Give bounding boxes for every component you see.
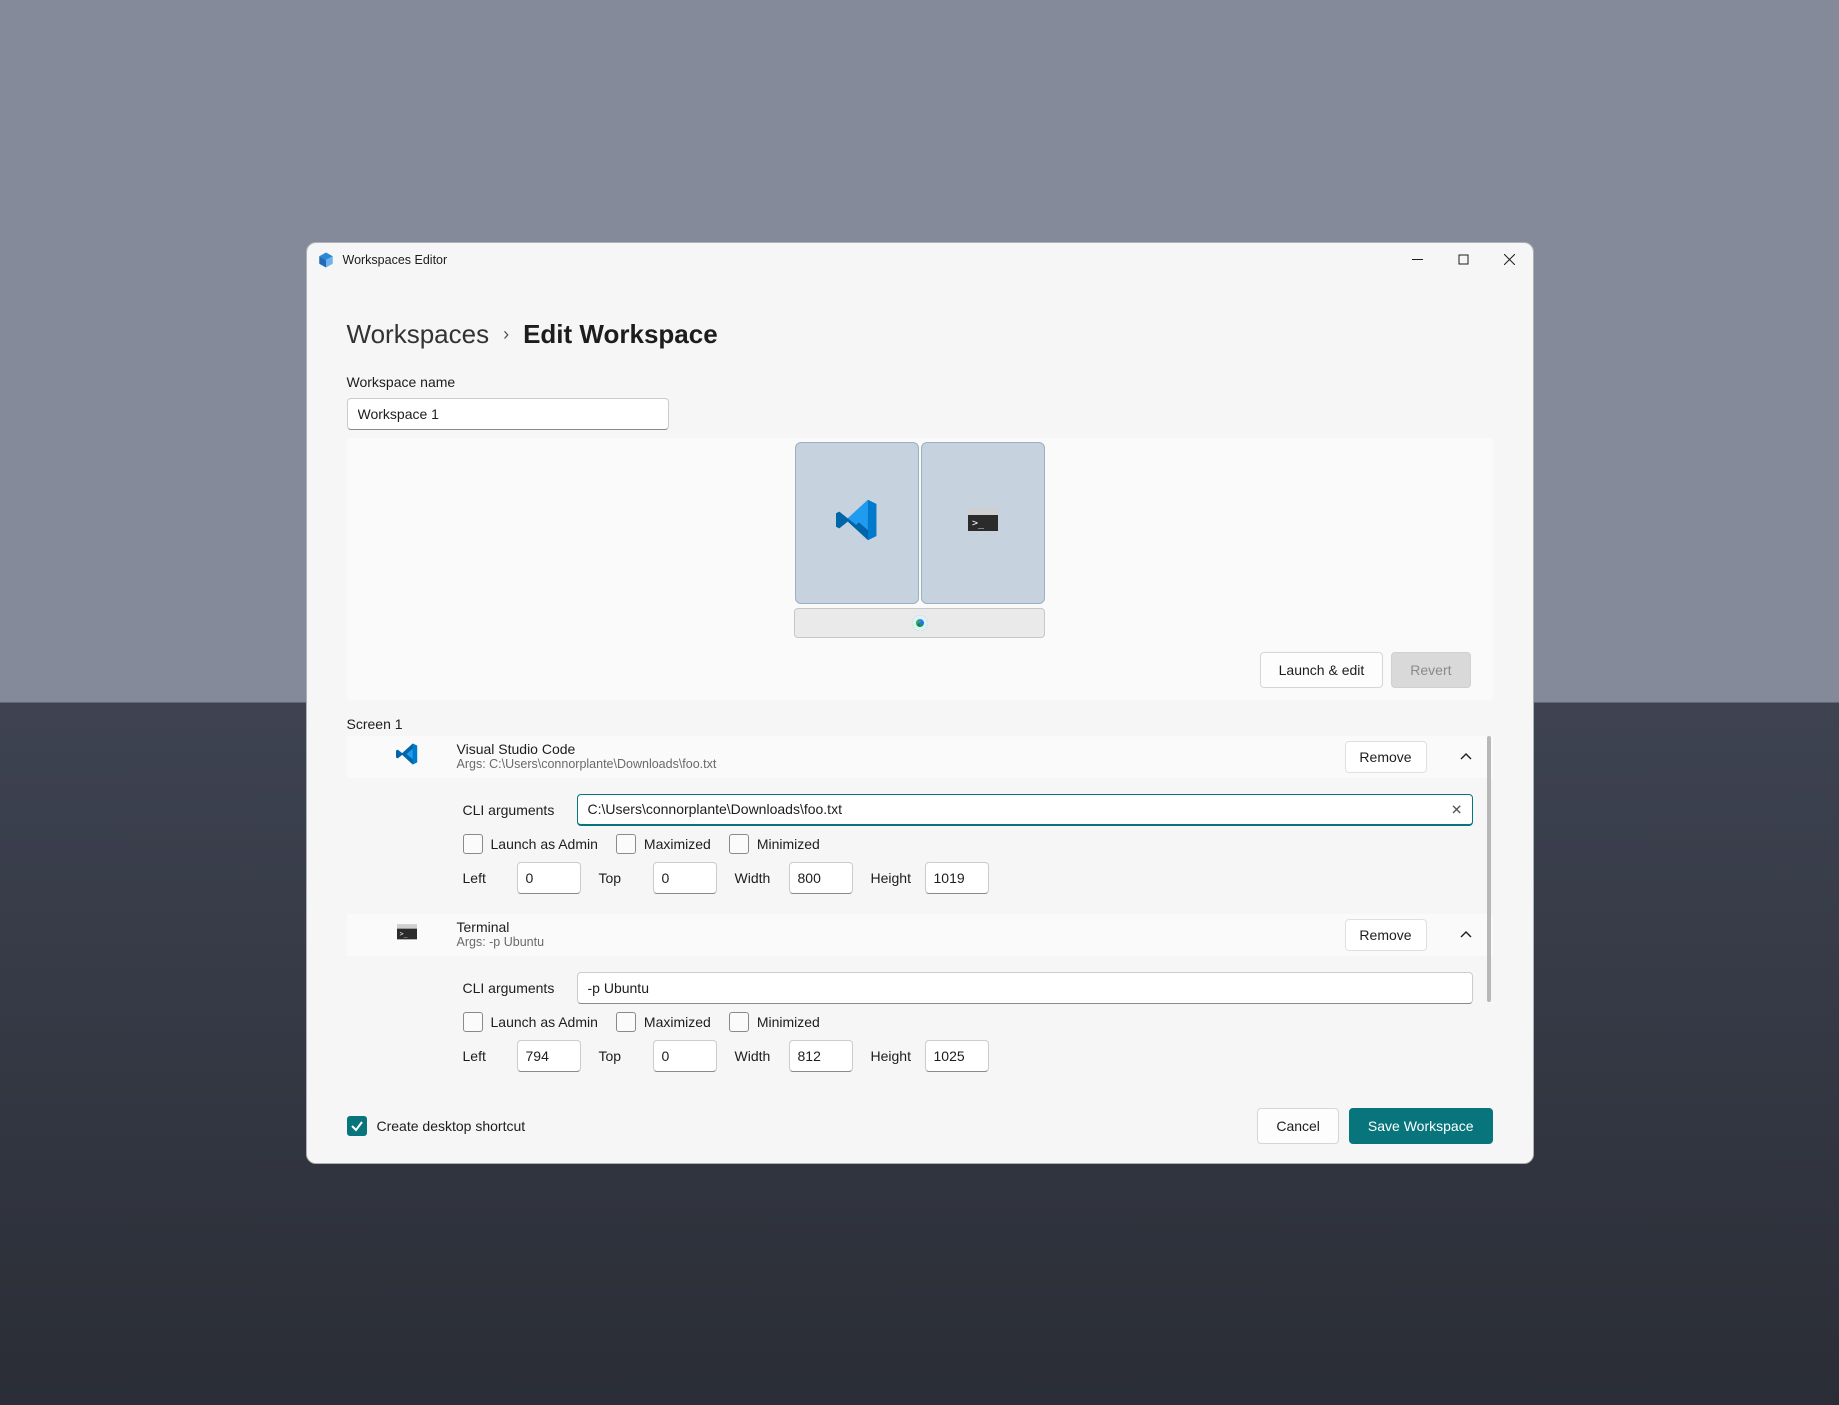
app-args-summary: Args: -p Ubuntu xyxy=(457,935,1325,950)
cli-label: CLI arguments xyxy=(463,802,559,818)
collapse-button[interactable] xyxy=(1447,750,1485,764)
save-button[interactable]: Save Workspace xyxy=(1349,1108,1493,1144)
minimized-label: Minimized xyxy=(757,1014,820,1030)
maximized-label: Maximized xyxy=(644,1014,711,1030)
app-window: Workspaces Editor Workspaces › Edit Work… xyxy=(306,242,1534,1164)
screen-label: Screen 1 xyxy=(347,716,1493,732)
workspace-name-label: Workspace name xyxy=(347,374,1493,390)
preview-tile-terminal[interactable]: >_ xyxy=(921,442,1045,604)
height-label: Height xyxy=(871,870,915,886)
window-title: Workspaces Editor xyxy=(343,253,448,267)
left-label: Left xyxy=(463,870,507,886)
admin-label: Launch as Admin xyxy=(491,1014,598,1030)
height-input[interactable] xyxy=(925,862,989,894)
svg-text:>_: >_ xyxy=(399,930,407,938)
scrollbar[interactable] xyxy=(1487,736,1491,1002)
left-input[interactable] xyxy=(517,862,581,894)
breadcrumb: Workspaces › Edit Workspace xyxy=(347,319,1493,350)
collapse-button[interactable] xyxy=(1447,928,1485,942)
vscode-icon xyxy=(836,499,878,546)
launch-edit-button[interactable]: Launch & edit xyxy=(1260,652,1384,688)
width-label: Width xyxy=(735,870,779,886)
remove-button[interactable]: Remove xyxy=(1345,741,1427,773)
minimized-checkbox[interactable] xyxy=(729,1012,749,1032)
edge-icon xyxy=(912,615,928,631)
maximize-button[interactable] xyxy=(1441,243,1487,277)
shortcut-label: Create desktop shortcut xyxy=(377,1118,526,1134)
top-label: Top xyxy=(599,870,643,886)
preview-tile-edge[interactable] xyxy=(794,608,1045,638)
maximized-checkbox[interactable] xyxy=(616,834,636,854)
app-header-terminal: >_ Terminal Args: -p Ubuntu Remove xyxy=(347,914,1493,956)
admin-checkbox[interactable] xyxy=(463,1012,483,1032)
apps-list: Visual Studio Code Args: C:\Users\connor… xyxy=(347,736,1493,1089)
width-label: Width xyxy=(735,1048,779,1064)
minimized-label: Minimized xyxy=(757,836,820,852)
preview-tile-vscode[interactable] xyxy=(795,442,919,604)
left-label: Left xyxy=(463,1048,507,1064)
app-header-vscode: Visual Studio Code Args: C:\Users\connor… xyxy=(347,736,1493,778)
height-input[interactable] xyxy=(925,1040,989,1072)
remove-button[interactable]: Remove xyxy=(1345,919,1427,951)
workspace-name-input[interactable] xyxy=(347,398,669,430)
clear-icon[interactable]: ✕ xyxy=(1451,801,1463,818)
app-args-summary: Args: C:\Users\connorplante\Downloads\fo… xyxy=(457,757,1325,772)
width-input[interactable] xyxy=(789,862,853,894)
top-input[interactable] xyxy=(653,862,717,894)
cli-label: CLI arguments xyxy=(463,980,559,996)
vscode-icon xyxy=(396,743,418,770)
app-body-vscode: CLI arguments ✕ Launch as Admin Maximize… xyxy=(347,778,1493,914)
revert-button: Revert xyxy=(1391,652,1470,688)
terminal-icon: >_ xyxy=(397,924,417,945)
shortcut-checkbox[interactable] xyxy=(347,1116,367,1136)
top-input[interactable] xyxy=(653,1040,717,1072)
app-name: Visual Studio Code xyxy=(457,741,1325,758)
admin-label: Launch as Admin xyxy=(491,836,598,852)
titlebar: Workspaces Editor xyxy=(307,243,1533,277)
cancel-button[interactable]: Cancel xyxy=(1257,1108,1339,1144)
app-body-terminal: CLI arguments Launch as Admin Maximized … xyxy=(347,956,1493,1089)
maximized-label: Maximized xyxy=(644,836,711,852)
footer: Create desktop shortcut Cancel Save Work… xyxy=(307,1089,1533,1163)
app-name: Terminal xyxy=(457,919,1325,936)
breadcrumb-root[interactable]: Workspaces xyxy=(347,319,490,350)
close-button[interactable] xyxy=(1487,243,1533,277)
minimized-checkbox[interactable] xyxy=(729,834,749,854)
admin-checkbox[interactable] xyxy=(463,834,483,854)
cli-input[interactable] xyxy=(577,794,1473,826)
app-icon xyxy=(317,251,335,269)
layout-preview: >_ Launch & edit Revert xyxy=(347,438,1493,700)
terminal-icon: >_ xyxy=(968,509,998,536)
width-input[interactable] xyxy=(789,1040,853,1072)
left-input[interactable] xyxy=(517,1040,581,1072)
height-label: Height xyxy=(871,1048,915,1064)
svg-text:>_: >_ xyxy=(972,518,985,529)
page-title: Edit Workspace xyxy=(523,319,718,350)
cli-input[interactable] xyxy=(577,972,1473,1004)
chevron-right-icon: › xyxy=(503,324,509,345)
top-label: Top xyxy=(599,1048,643,1064)
maximized-checkbox[interactable] xyxy=(616,1012,636,1032)
minimize-button[interactable] xyxy=(1395,243,1441,277)
